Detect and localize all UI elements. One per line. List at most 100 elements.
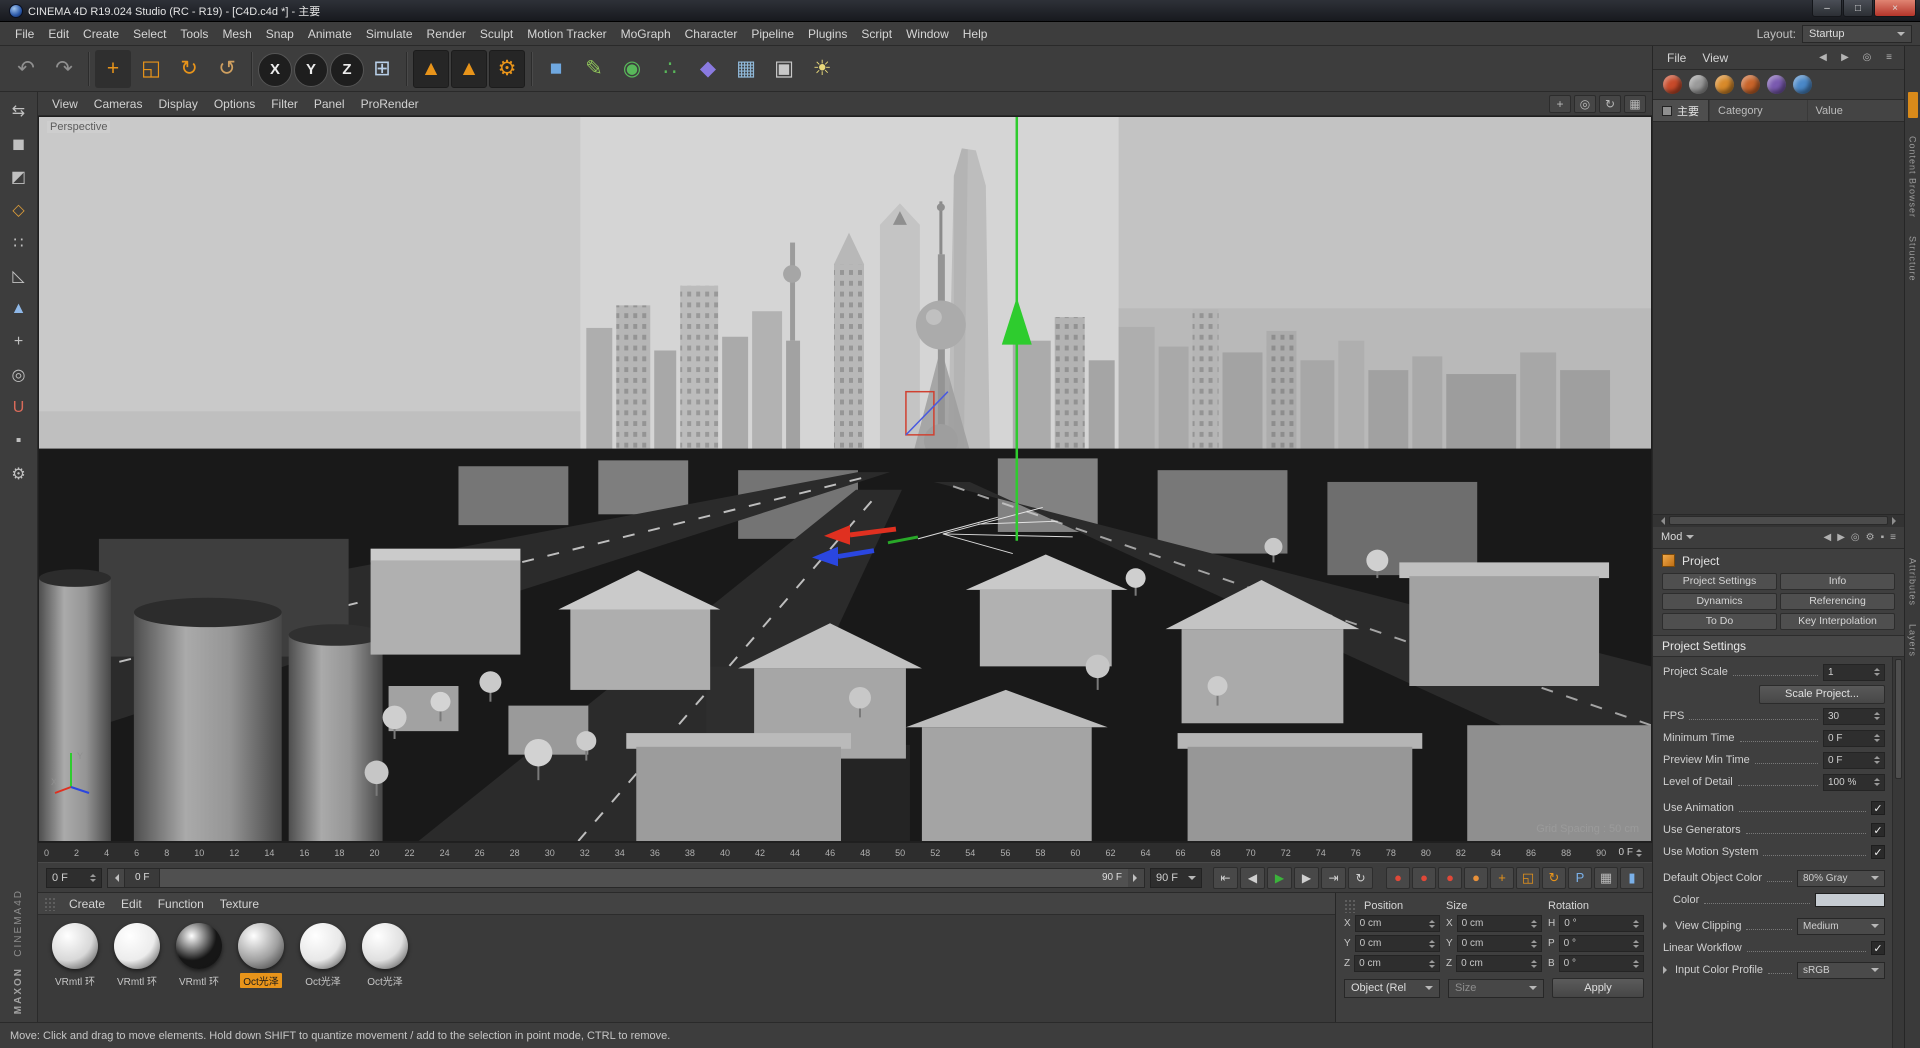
menu-item[interactable]: Help (956, 24, 995, 44)
make-editable-button[interactable]: ⇆ (5, 98, 33, 124)
record-keyframe-button[interactable]: ● (1386, 866, 1410, 889)
material-item[interactable]: Oct光泽 (234, 923, 288, 988)
coord-mode-dropdown[interactable]: Object (Rel (1344, 978, 1440, 998)
material-menu-item[interactable]: Function (150, 895, 212, 913)
scroll-right-icon[interactable] (1890, 516, 1902, 525)
model-mode-button[interactable]: ◼ (5, 131, 33, 157)
menu-item[interactable]: Snap (259, 24, 301, 44)
polygons-mode-button[interactable]: ▲ (5, 296, 33, 322)
take-sphere-icon[interactable] (1689, 75, 1708, 94)
close-button[interactable]: × (1874, 0, 1916, 17)
autokeying-button[interactable]: ● (1412, 866, 1436, 889)
undo-button[interactable]: ↶ (8, 50, 44, 88)
redo-button[interactable]: ↷ (46, 50, 82, 88)
workplane-lock-button[interactable]: ▪ (5, 428, 33, 454)
material-preview-sphere[interactable] (300, 923, 346, 969)
timeline-ruler[interactable]: 0 2 4 6 8 10 12 14 16 18 20 22 24 26 28 30 32 34 36 38 40 42 4… (38, 842, 1652, 862)
y-axis-lock[interactable]: Y (294, 52, 328, 87)
minimize-button[interactable]: – (1812, 0, 1842, 17)
go-to-end-button[interactable]: ⇥ (1321, 866, 1346, 889)
take-settings-icon[interactable] (1793, 75, 1812, 94)
points-mode-button[interactable]: ∷ (5, 230, 33, 256)
am-forward-icon[interactable]: ▶ (1837, 532, 1845, 543)
hscroll-thumb[interactable] (1669, 516, 1888, 525)
material-item[interactable]: VRmtl 环 (110, 923, 164, 988)
viewport-menu-item[interactable]: Options (206, 94, 263, 114)
attribute-scrollbar[interactable] (1892, 656, 1904, 1048)
enable-axis-button[interactable]: + (5, 329, 33, 355)
keyframe-selection-record-button[interactable]: ● (1464, 866, 1488, 889)
spline-pen-button[interactable]: ✎ (576, 50, 612, 88)
linear-workflow-checkbox[interactable]: ✓ (1871, 941, 1885, 955)
modeling-settings-button[interactable]: ⚙ (5, 461, 33, 487)
use-animation-checkbox[interactable]: ✓ (1871, 801, 1885, 815)
menu-item[interactable]: Simulate (359, 24, 420, 44)
material-item[interactable]: VRmtl 环 (48, 923, 102, 988)
viewport-solo-button[interactable]: ◎ (5, 362, 33, 388)
layout-dropdown[interactable]: Startup (1802, 24, 1912, 43)
am-menu-icon[interactable]: ≡ (1890, 532, 1896, 543)
default-color-swatch[interactable] (1815, 893, 1885, 907)
use-motion-system-checkbox[interactable]: ✓ (1871, 845, 1885, 859)
menu-item[interactable]: Mesh (215, 24, 258, 44)
take-manager-menu-item[interactable]: File (1659, 48, 1694, 68)
apply-button[interactable]: Apply (1552, 978, 1644, 998)
attribute-tab[interactable]: Project Settings (1662, 572, 1777, 590)
viewport-menu-item[interactable]: Filter (263, 94, 306, 114)
menu-item[interactable]: Edit (41, 24, 76, 44)
light-button[interactable]: ☀ (804, 50, 840, 88)
solo-animation-button[interactable]: ▮ (1620, 866, 1644, 889)
texture-mode-button[interactable]: ◩ (5, 164, 33, 190)
viewport-layout-toggle-icon[interactable]: ▦ (1624, 94, 1646, 113)
om-forward-icon[interactable]: ▶ (1836, 50, 1854, 66)
scrub-right-arrow[interactable] (1128, 868, 1144, 887)
material-preview-sphere[interactable] (176, 923, 222, 969)
previous-frame-button[interactable]: ◀ (1240, 866, 1265, 889)
viewport-menu-item[interactable]: Cameras (86, 94, 151, 114)
rotation-b-field[interactable]: 0 ° (1558, 955, 1644, 972)
dock-tab[interactable]: Layers (1908, 620, 1918, 661)
menu-item[interactable]: Plugins (801, 24, 854, 44)
expand-icon[interactable] (1663, 922, 1671, 930)
menu-item[interactable]: Create (76, 24, 126, 44)
next-frame-button[interactable]: ▶ (1294, 866, 1319, 889)
key-rotation-toggle[interactable]: ↻ (1542, 866, 1566, 889)
menu-item[interactable]: Motion Tracker (520, 24, 613, 44)
material-menu-item[interactable]: Edit (113, 895, 150, 913)
menu-item[interactable]: Script (854, 24, 899, 44)
view-clipping-dropdown[interactable]: Medium (1797, 917, 1885, 935)
key-pla-toggle[interactable]: P (1568, 866, 1592, 889)
take-tree-area[interactable] (1653, 122, 1904, 514)
current-frame-field[interactable]: 0 F (46, 867, 102, 888)
menu-item[interactable]: Pipeline (744, 24, 801, 44)
viewport-zoom-icon[interactable]: ◎ (1574, 94, 1596, 113)
project-scale-field[interactable]: 1 (1823, 663, 1885, 681)
material-item[interactable]: VRmtl 环 (172, 923, 226, 988)
viewport-rotate-icon[interactable]: ↻ (1599, 94, 1621, 113)
material-item[interactable]: Oct光泽 (358, 923, 412, 988)
expand-icon[interactable] (1663, 966, 1671, 974)
rotation-p-field[interactable]: 0 ° (1558, 935, 1644, 952)
scrub-left-arrow[interactable] (108, 868, 124, 887)
maximize-button[interactable]: □ (1843, 0, 1873, 17)
panel-grip-icon[interactable] (1344, 898, 1355, 913)
take-auto-icon[interactable] (1715, 75, 1734, 94)
primitive-cube-button[interactable]: ■ (538, 50, 574, 88)
level-of-detail-field[interactable]: 100 % (1823, 773, 1885, 791)
z-axis-lock[interactable]: Z (330, 52, 364, 87)
simulate-deformer-button[interactable]: ◆ (690, 50, 726, 88)
end-frame-field[interactable]: 90 F (1150, 867, 1202, 888)
dock-tab[interactable]: Attributes (1908, 554, 1918, 610)
use-generators-checkbox[interactable]: ✓ (1871, 823, 1885, 837)
viewport-view-label[interactable]: Perspective (47, 121, 111, 133)
attribute-tab[interactable]: Referencing (1780, 592, 1895, 610)
scroll-left-icon[interactable] (1655, 516, 1667, 525)
menu-item[interactable]: Character (678, 24, 745, 44)
am-lock-icon[interactable]: ▪ (1881, 532, 1885, 543)
om-menu-icon[interactable]: ≡ (1880, 50, 1898, 66)
viewport-canvas[interactable]: Perspective Grid Spacing : 50 cm Y X (38, 116, 1652, 842)
menu-item[interactable]: MoGraph (614, 24, 678, 44)
om-back-icon[interactable]: ◀ (1814, 50, 1832, 66)
size-z-field[interactable]: 0 cm (1456, 955, 1542, 972)
record-options-button[interactable]: ● (1438, 866, 1462, 889)
